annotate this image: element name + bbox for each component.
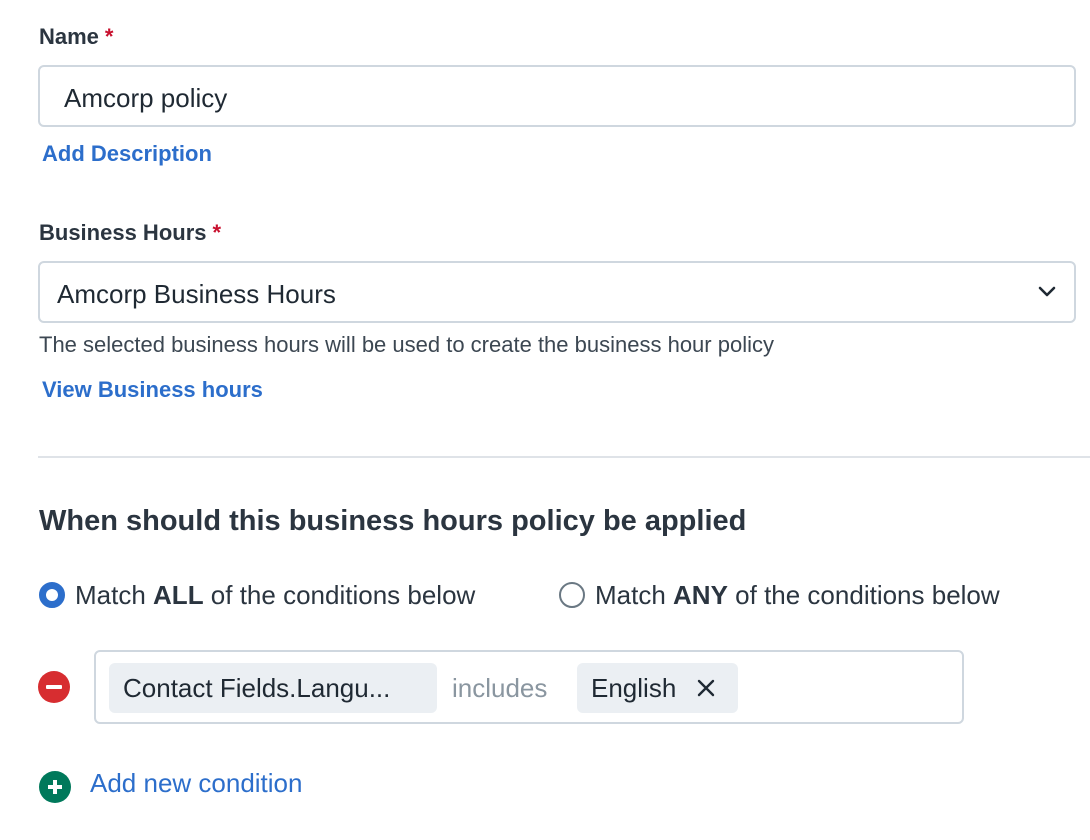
condition-row[interactable]: Contact Fields.Langu... includes English [94, 650, 964, 724]
condition-field-chip[interactable]: Contact Fields.Langu... [109, 663, 437, 713]
condition-value-label: English [591, 672, 677, 703]
name-label-text: Name [39, 24, 99, 49]
business-hours-selected-value: Amcorp Business Hours [57, 279, 336, 309]
close-icon[interactable] [696, 678, 716, 698]
chevron-down-icon [1038, 286, 1056, 297]
required-mark: * [104, 24, 114, 49]
name-input[interactable]: Amcorp policy [38, 65, 1076, 127]
plus-circle-icon[interactable] [39, 771, 71, 803]
section-divider [38, 456, 1090, 458]
name-label: Name * [39, 24, 113, 50]
radio-selected-icon[interactable] [39, 582, 65, 608]
condition-field-label: Contact Fields.Langu... [123, 672, 391, 703]
add-new-condition-link[interactable]: Add new condition [90, 768, 302, 799]
add-description-link[interactable]: Add Description [42, 141, 212, 167]
business-hours-label: Business Hours * [39, 220, 221, 246]
view-business-hours-link[interactable]: View Business hours [42, 377, 263, 403]
business-hours-select[interactable]: Amcorp Business Hours [38, 261, 1076, 323]
match-all-label: Match ALL of the conditions below [75, 579, 476, 610]
conditions-heading: When should this business hours policy b… [39, 505, 747, 537]
condition-operator[interactable]: includes [452, 673, 547, 704]
minus-circle-icon[interactable] [38, 671, 70, 703]
name-input-value: Amcorp policy [64, 83, 228, 113]
business-hours-help-text: The selected business hours will be used… [39, 332, 774, 357]
business-hours-label-text: Business Hours [39, 220, 207, 245]
radio-unselected-icon[interactable] [559, 582, 585, 608]
match-any-radio-option[interactable]: Match ANY of the conditions below [559, 578, 1000, 612]
match-any-label: Match ANY of the conditions below [595, 579, 1000, 610]
condition-value-chip: English [577, 663, 738, 713]
match-all-radio-option[interactable]: Match ALL of the conditions below [39, 578, 475, 612]
required-mark: * [212, 220, 222, 245]
